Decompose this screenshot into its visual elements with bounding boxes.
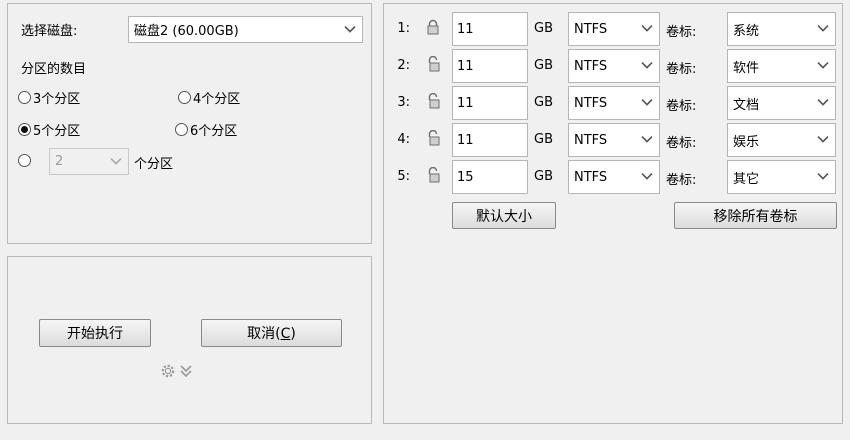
radio-label: 5个分区 bbox=[33, 124, 81, 139]
gear-icon[interactable] bbox=[160, 363, 176, 379]
partition-number: 1: bbox=[397, 21, 410, 36]
chevron-down-icon bbox=[641, 99, 653, 106]
filesystem-select[interactable]: NTFS bbox=[568, 49, 660, 83]
chevron-down-icon bbox=[641, 62, 653, 69]
radio-dot bbox=[18, 154, 31, 167]
size-unit-label: GB bbox=[534, 132, 553, 147]
radio-dot bbox=[178, 91, 191, 104]
lock-open-icon[interactable] bbox=[426, 130, 440, 146]
filesystem-select[interactable]: NTFS bbox=[568, 12, 660, 46]
cancel-button[interactable]: 取消(C) bbox=[201, 319, 342, 347]
double-chevron-down-icon[interactable] bbox=[179, 363, 193, 379]
size-unit-label: GB bbox=[534, 21, 553, 36]
actions-panel: 开始执行 取消(C) bbox=[7, 256, 372, 424]
volume-label-caption: 卷标: bbox=[666, 99, 697, 114]
partition-list-panel: 1: 11 GB NTFS 卷标: 系统 2: 11 GB NTFS 卷标: 软… bbox=[383, 3, 843, 424]
volume-label-caption: 卷标: bbox=[666, 62, 697, 77]
chevron-down-icon bbox=[641, 173, 653, 180]
partition-size-input[interactable]: 11 bbox=[452, 49, 528, 83]
partition-count-label: 分区的数目 bbox=[21, 62, 87, 77]
volume-label-caption: 卷标: bbox=[666, 136, 697, 151]
size-unit-label: GB bbox=[534, 58, 553, 73]
partition-number: 2: bbox=[397, 58, 410, 73]
lock-open-icon[interactable] bbox=[426, 93, 440, 109]
partition-size-input[interactable]: 15 bbox=[452, 160, 528, 194]
remove-all-labels-button[interactable]: 移除所有卷标 bbox=[674, 202, 837, 229]
partition-number: 3: bbox=[397, 95, 410, 110]
chevron-down-icon bbox=[817, 136, 829, 143]
custom-count-suffix: 个分区 bbox=[134, 157, 174, 172]
cancel-button-label: 取消(C) bbox=[247, 326, 296, 342]
default-size-button-label: 默认大小 bbox=[476, 208, 532, 225]
radio-3-partitions[interactable]: 3个分区 bbox=[18, 88, 80, 107]
custom-count-value: 2 bbox=[55, 154, 64, 169]
chevron-down-icon bbox=[641, 25, 653, 32]
partition-number: 5: bbox=[397, 169, 410, 184]
custom-count-select[interactable]: 2 bbox=[49, 148, 129, 175]
radio-label: 6个分区 bbox=[190, 124, 238, 139]
volume-label-select[interactable]: 娱乐 bbox=[727, 123, 836, 157]
chevron-down-icon bbox=[817, 173, 829, 180]
size-unit-label: GB bbox=[534, 169, 553, 184]
start-button-label: 开始执行 bbox=[67, 326, 123, 342]
partition-size-input[interactable]: 11 bbox=[452, 12, 528, 46]
radio-5-partitions[interactable]: 5个分区 bbox=[18, 120, 80, 139]
volume-label-select[interactable]: 文档 bbox=[727, 86, 836, 120]
disk-select[interactable]: 磁盘2 (60.00GB) bbox=[128, 16, 363, 43]
start-button[interactable]: 开始执行 bbox=[39, 319, 151, 347]
partition-size-input[interactable]: 11 bbox=[452, 123, 528, 157]
radio-label: 4个分区 bbox=[193, 92, 241, 107]
select-disk-label: 选择磁盘: bbox=[21, 24, 78, 39]
volume-label-select[interactable]: 系统 bbox=[727, 12, 836, 46]
chevron-down-icon bbox=[641, 136, 653, 143]
disk-settings-panel: 选择磁盘: 磁盘2 (60.00GB) 分区的数目 3个分区 4个分区 5个分区… bbox=[7, 3, 372, 244]
lock-closed-icon[interactable] bbox=[426, 19, 440, 35]
volume-label-select[interactable]: 软件 bbox=[727, 49, 836, 83]
radio-6-partitions[interactable]: 6个分区 bbox=[175, 120, 237, 139]
chevron-down-icon bbox=[817, 62, 829, 69]
volume-label-caption: 卷标: bbox=[666, 173, 697, 188]
radio-4-partitions[interactable]: 4个分区 bbox=[178, 88, 240, 107]
volume-label-select[interactable]: 其它 bbox=[727, 160, 836, 194]
filesystem-select[interactable]: NTFS bbox=[568, 123, 660, 157]
filesystem-select[interactable]: NTFS bbox=[568, 160, 660, 194]
radio-dot-selected bbox=[18, 123, 31, 136]
disk-select-value: 磁盘2 (60.00GB) bbox=[134, 24, 239, 39]
chevron-down-icon bbox=[344, 25, 356, 33]
lock-open-icon[interactable] bbox=[426, 56, 440, 72]
chevron-down-icon bbox=[110, 157, 122, 165]
volume-label-caption: 卷标: bbox=[666, 25, 697, 40]
cancel-accelerator: C bbox=[280, 326, 291, 342]
lock-open-icon[interactable] bbox=[426, 167, 440, 183]
default-size-button[interactable]: 默认大小 bbox=[452, 202, 556, 229]
remove-all-labels-button-label: 移除所有卷标 bbox=[713, 208, 798, 225]
partition-size-input[interactable]: 11 bbox=[452, 86, 528, 120]
radio-custom-partitions[interactable] bbox=[18, 154, 33, 167]
chevron-down-icon bbox=[817, 99, 829, 106]
radio-dot bbox=[175, 123, 188, 136]
radio-dot bbox=[18, 91, 31, 104]
radio-label: 3个分区 bbox=[33, 92, 81, 107]
partition-number: 4: bbox=[397, 132, 410, 147]
size-unit-label: GB bbox=[534, 95, 553, 110]
filesystem-select[interactable]: NTFS bbox=[568, 86, 660, 120]
chevron-down-icon bbox=[817, 25, 829, 32]
